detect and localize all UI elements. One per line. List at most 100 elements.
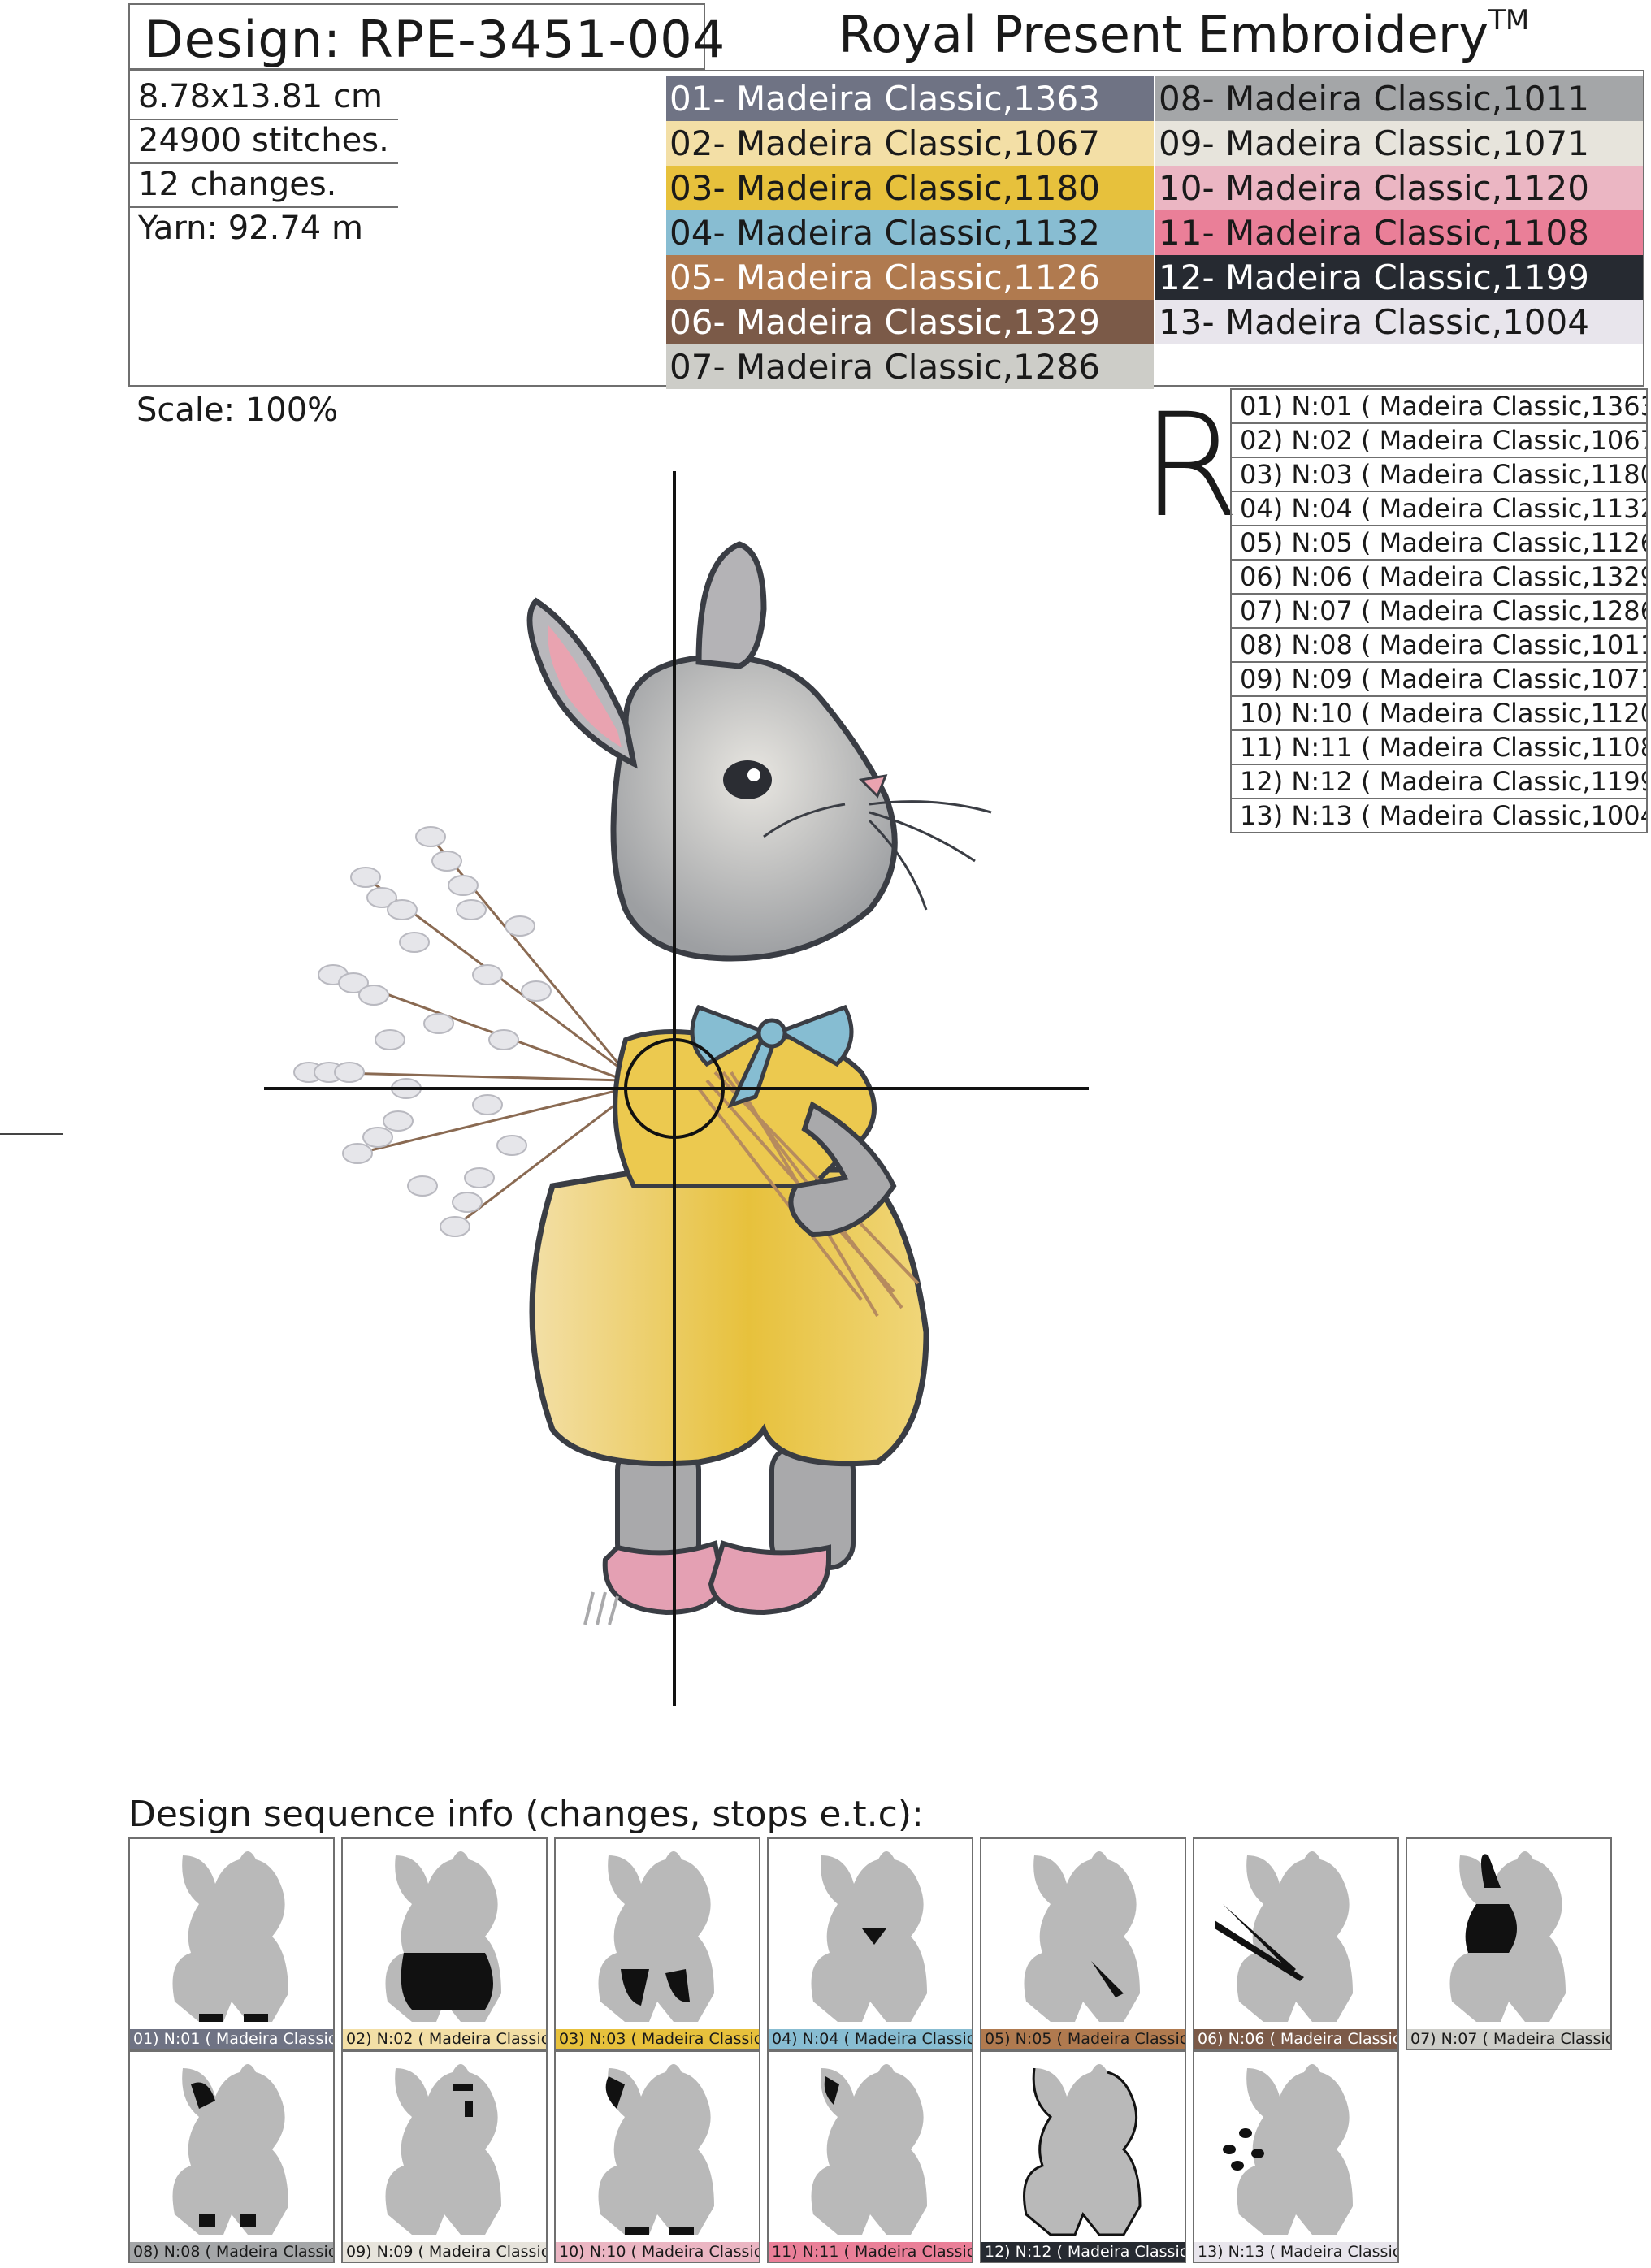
thumbnail-label: 07) N:07 ( Madeira Classic <box>1407 2029 1610 2049</box>
sequence-row: 11) N:11 ( Madeira Classic,1108) <box>1230 729 1648 764</box>
trademark-mark: TM <box>1488 4 1530 37</box>
pink-shoes <box>602 1540 831 1616</box>
design-title: Design: RPE-3451-004 <box>145 10 726 69</box>
thumbnail-label: 08) N:08 ( Madeira Classic <box>130 2242 333 2262</box>
thumbnail-label: 01) N:01 ( Madeira Classic,1 <box>130 2029 333 2049</box>
sequence-row: 02) N:02 ( Madeira Classic,1067) <box>1230 422 1648 457</box>
willow-bud <box>415 826 446 847</box>
thumbnail-label: 05) N:05 ( Madeira Classic <box>982 2029 1185 2049</box>
sequence-thumbnail: 09) N:09 ( Madeira Classic <box>341 2050 548 2263</box>
color-changes: 12 changes. <box>138 166 337 203</box>
willow-bud <box>387 899 418 920</box>
sequence-thumbnail: 03) N:03 ( Madeira Classic <box>554 1837 760 2050</box>
color-swatch-06: 06- Madeira Classic,1329 <box>666 300 1154 344</box>
thumbnail-silhouette <box>1215 1851 1353 2022</box>
embroidery-preview <box>264 471 1089 1706</box>
stitch-highlight <box>401 1953 493 2010</box>
bunny-ear-right <box>696 541 767 669</box>
design-title-box: Design: RPE-3451-004 <box>128 3 725 70</box>
stitch-count: 24900 stitches. <box>138 122 389 159</box>
color-swatch-03: 03- Madeira Classic,1180 <box>666 166 1154 210</box>
thumbnail-silhouette <box>1023 2064 1142 2236</box>
sequence-row: 03) N:03 ( Madeira Classic,1180) <box>1230 457 1648 491</box>
thumbnail-label: 10) N:10 ( Madeira Classic,1 <box>556 2242 759 2262</box>
sequence-row: 04) N:04 ( Madeira Classic,1132) <box>1230 491 1648 525</box>
color-swatch-05: 05- Madeira Classic,1126 <box>666 255 1154 300</box>
sequence-thumbnail: 13) N:13 ( Madeira Classic,1 <box>1193 2050 1399 2263</box>
sequence-row: 13) N:13 ( Madeira Classic,1004) <box>1230 798 1648 833</box>
brand-text: Royal Present Embroidery <box>838 5 1489 64</box>
bunny-silhouette <box>172 2064 288 2235</box>
willow-bud <box>375 1029 405 1050</box>
sequence-thumbnail: 12) N:12 ( Madeira Classic,1 <box>980 2050 1186 2263</box>
sequence-thumbnail: 06) N:06 ( Madeira Classic <box>1193 1837 1399 2050</box>
willow-bud <box>496 1135 527 1156</box>
sequence-thumbnail: 02) N:02 ( Madeira Classic <box>341 1837 548 2050</box>
bunny-silhouette <box>1024 1851 1140 2022</box>
bunny-silhouette <box>172 1851 288 2022</box>
willow-bud <box>521 980 552 1002</box>
willow-bud <box>407 1175 438 1197</box>
thumbnail-label: 06) N:06 ( Madeira Classic <box>1194 2029 1398 2049</box>
willow-bud <box>383 1110 414 1132</box>
thread-sequence-list: 01) N:01 ( Madeira Classic,1363) 02) N:02… <box>1230 388 1648 833</box>
yarn-length: Yarn: 92.74 m <box>138 210 363 247</box>
willow-bud <box>452 1192 483 1213</box>
divider <box>130 206 398 208</box>
thumbnail-silhouette <box>172 1851 288 2022</box>
divider <box>130 119 398 120</box>
sequence-row: 05) N:05 ( Madeira Classic,1126) <box>1230 525 1648 559</box>
stitch-highlight <box>199 2014 268 2022</box>
sequence-row: 10) N:10 ( Madeira Classic,1120) <box>1230 695 1648 729</box>
willow-bud <box>464 1167 495 1188</box>
sequence-row: 12) N:12 ( Madeira Classic,1199) <box>1230 764 1648 798</box>
sequence-title: Design sequence info (changes, stops e.t… <box>128 1794 924 1835</box>
thumbnail-label: 03) N:03 ( Madeira Classic <box>556 2029 759 2049</box>
brand-name: Royal Present EmbroideryTM <box>838 4 1530 64</box>
willow-bud <box>342 1143 373 1164</box>
thumbnail-silhouette <box>811 1851 927 2022</box>
sequence-thumbnail: 11) N:11 ( Madeira Classic,11 <box>767 2050 973 2263</box>
margin-tick <box>0 1133 63 1135</box>
thumbnail-silhouette <box>598 2064 714 2235</box>
willow-bud <box>505 915 535 937</box>
sequence-row: 07) N:07 ( Madeira Classic,1286) <box>1230 593 1648 627</box>
willow-bud <box>431 850 462 872</box>
bunny-eye <box>723 760 772 799</box>
thumbnail-silhouette <box>385 2064 501 2235</box>
willow-bud <box>423 1013 454 1034</box>
sequence-thumbnail: 01) N:01 ( Madeira Classic,1 <box>128 1837 335 2050</box>
bunny-silhouette <box>385 2064 501 2235</box>
color-swatch-11: 11- Madeira Classic,1108 <box>1155 210 1643 255</box>
willow-bud <box>448 875 479 896</box>
sequence-row: 08) N:08 ( Madeira Classic,1011) <box>1230 627 1648 661</box>
bunny-silhouette <box>1237 1851 1353 2022</box>
willow-bud <box>362 1127 393 1148</box>
ground-shadow <box>583 1591 619 1625</box>
sequence-row: 06) N:06 ( Madeira Classic,1329) <box>1230 559 1648 593</box>
willow-bud <box>440 1216 470 1237</box>
willow-bud <box>334 1062 365 1083</box>
willow-bud <box>472 964 503 985</box>
color-swatch-01: 01- Madeira Classic,1363 <box>666 76 1154 121</box>
thumbnail-label: 02) N:02 ( Madeira Classic <box>343 2029 546 2049</box>
thumbnail-label: 12) N:12 ( Madeira Classic,1 <box>982 2242 1185 2262</box>
thumbnail-label: 09) N:09 ( Madeira Classic <box>343 2242 546 2262</box>
thumbnail-label: 11) N:11 ( Madeira Classic,11 <box>769 2242 972 2262</box>
sequence-thumbnail: 08) N:08 ( Madeira Classic <box>128 2050 335 2263</box>
eye-highlight <box>748 768 760 781</box>
thumbnail-silhouette <box>1024 1851 1140 2022</box>
willow-bud <box>399 932 430 953</box>
willow-bud <box>472 1094 503 1115</box>
sequence-thumbnail: 07) N:07 ( Madeira Classic <box>1406 1837 1612 2050</box>
color-swatch-08: 08- Madeira Classic,1011 <box>1155 76 1643 121</box>
willow-bud <box>456 899 487 920</box>
willow-bud <box>488 1029 519 1050</box>
thumbnail-silhouette <box>1223 2064 1353 2235</box>
design-info-panel: 8.78x13.81 cm 24900 stitches. 12 changes… <box>128 70 1644 389</box>
willow-bud <box>358 985 389 1006</box>
thumbnail-silhouette <box>598 1851 714 2022</box>
color-swatch-10: 10- Madeira Classic,1120 <box>1155 166 1643 210</box>
willow-bud <box>350 867 381 888</box>
thumbnail-label: 04) N:04 ( Madeira Classic <box>769 2029 972 2049</box>
